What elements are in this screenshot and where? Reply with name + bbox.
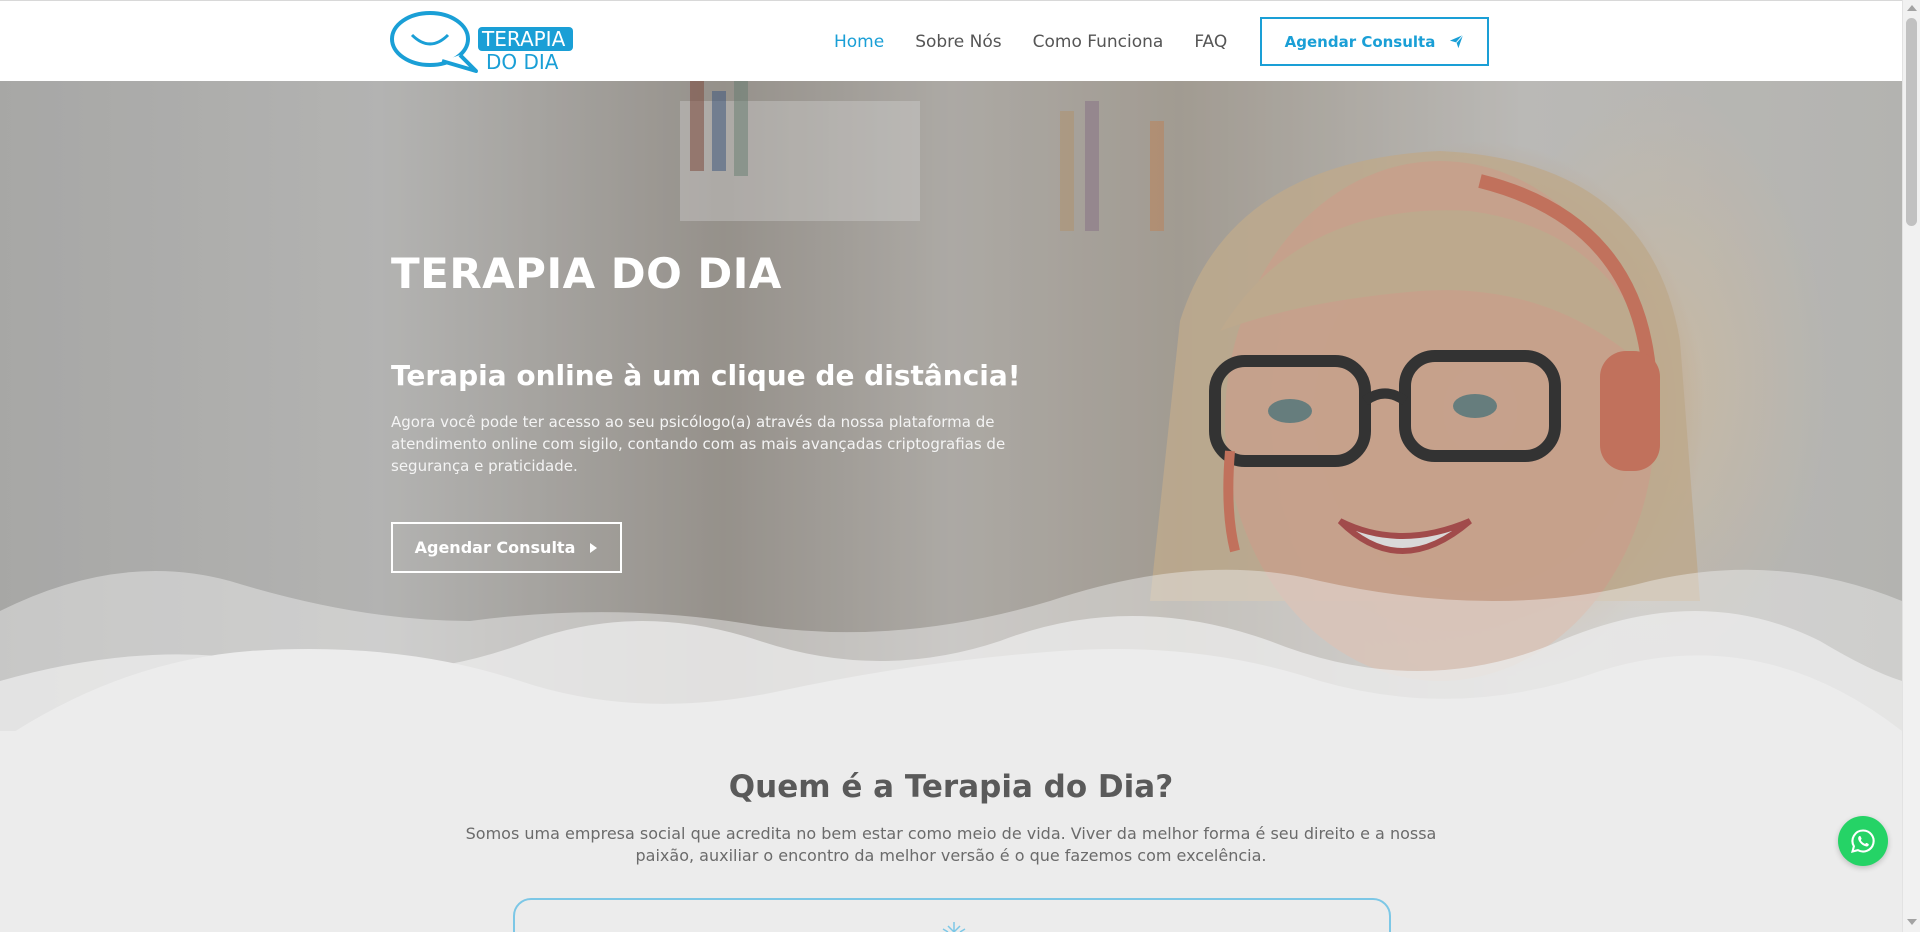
logo-line1: TERAPIA [481,27,566,51]
feature-card [513,898,1391,932]
logo[interactable]: TERAPIA DO DIA [390,9,575,75]
logo-speech-bubble-icon: TERAPIA DO DIA [390,11,573,74]
logo-line2: DO DIA [486,50,559,74]
nav-faq[interactable]: FAQ [1194,32,1227,52]
site-header: TERAPIA DO DIA Home Sobre Nós Como Funci… [0,0,1902,81]
wave-divider [0,569,1902,731]
hero-section: TERAPIA DO DIA Terapia online à um cliqu… [0,81,1902,731]
about-description: Somos uma empresa social que acredita no… [465,824,1437,865]
header-agendar-button[interactable]: Agendar Consulta [1260,17,1489,66]
nav-sobre-nos[interactable]: Sobre Nós [915,32,1001,52]
page-scrollbar[interactable] [1902,0,1920,932]
paper-plane-icon [1450,34,1464,49]
whatsapp-button[interactable] [1838,816,1888,866]
about-title: Quem é a Terapia do Dia? [728,769,1174,805]
scroll-down-arrow-icon[interactable] [1907,919,1917,925]
nav-home[interactable]: Home [834,32,884,52]
scroll-thumb[interactable] [1906,18,1917,226]
scroll-up-arrow-icon[interactable] [1907,5,1917,11]
nav-como-funciona[interactable]: Como Funciona [1033,32,1164,52]
whatsapp-icon [1851,829,1875,853]
header-agendar-label: Agendar Consulta [1284,32,1436,51]
main-nav: Home Sobre Nós Como Funciona FAQ [834,1,1258,82]
card-sparkle-icon [942,922,966,932]
